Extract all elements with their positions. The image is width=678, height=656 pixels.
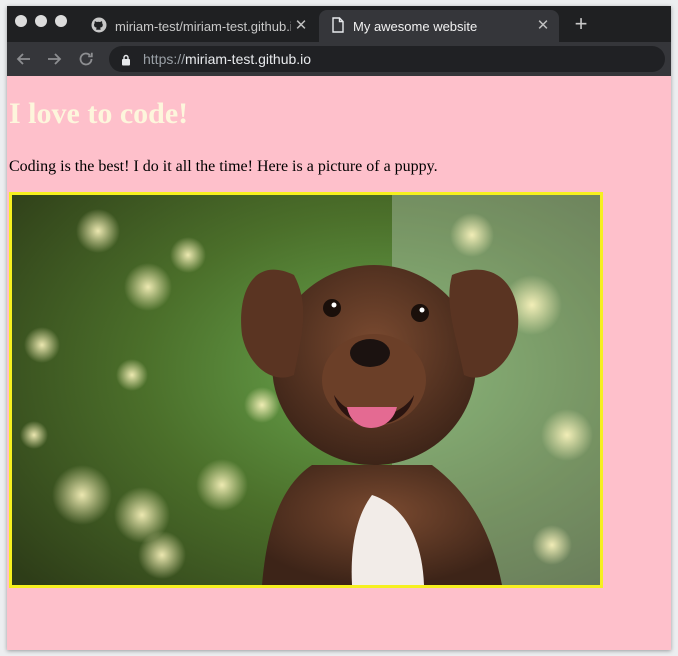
web-page: I love to code! Coding is the best! I do… [7, 76, 671, 650]
lock-icon [121, 53, 131, 71]
close-tab-icon[interactable]: ✕ [293, 17, 309, 33]
tab-my-awesome-website[interactable]: My awesome website ✕ [319, 10, 559, 42]
reload-icon[interactable] [75, 48, 97, 70]
forward-arrow-icon[interactable] [43, 48, 65, 70]
puppy-image [9, 192, 603, 588]
address-bar[interactable]: https://miriam-test.github.io [109, 46, 665, 72]
new-tab-button[interactable]: + [569, 12, 593, 36]
url-text: https://miriam-test.github.io [143, 51, 312, 67]
tab-title: My awesome website [353, 18, 478, 34]
browser-toolbar: https://miriam-test.github.io [7, 42, 671, 76]
window-controls [15, 15, 67, 27]
minimize-window-button[interactable] [35, 15, 47, 27]
page-paragraph: Coding is the best! I do it all the time… [9, 158, 438, 175]
browser-window: miriam-test/miriam-test.github.io ✕ My a… [7, 6, 671, 650]
tab-strip: miriam-test/miriam-test.github.io ✕ My a… [7, 6, 671, 42]
github-icon [91, 17, 107, 36]
tab-github[interactable]: miriam-test/miriam-test.github.io ✕ [81, 10, 317, 42]
page-heading: I love to code! [9, 97, 189, 130]
close-window-button[interactable] [15, 15, 27, 27]
close-tab-icon[interactable]: ✕ [535, 17, 551, 33]
back-arrow-icon[interactable] [13, 48, 35, 70]
document-icon [331, 16, 345, 36]
maximize-window-button[interactable] [55, 15, 67, 27]
tab-title: miriam-test/miriam-test.github.io [115, 18, 291, 34]
